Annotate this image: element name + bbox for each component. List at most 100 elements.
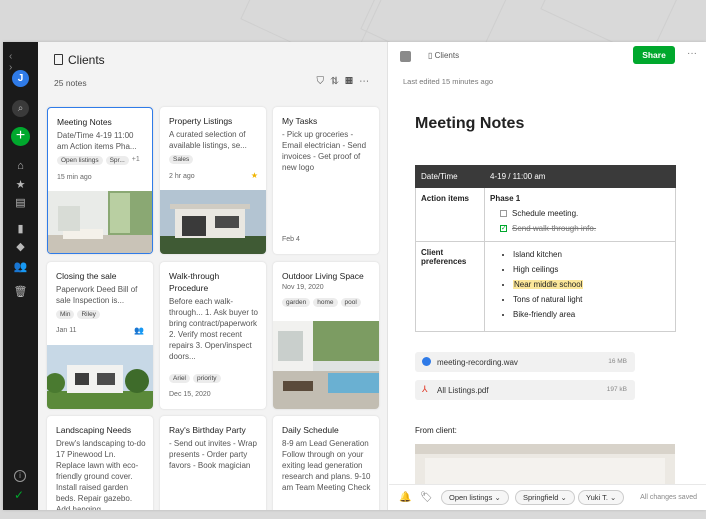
note-card[interactable]: Property Listings A curated selection of…	[160, 107, 266, 254]
more-tags-count: +1	[131, 156, 140, 163]
preferences-cell[interactable]: Island kitchen High ceilings Near middle…	[484, 241, 676, 332]
tag-pill[interactable]: Springfield ⌄	[515, 490, 575, 505]
new-note-button[interactable]: +	[11, 127, 30, 146]
highlighted-text: Near middle school	[513, 280, 584, 289]
last-edited: Last edited 15 minutes ago	[403, 77, 494, 86]
tag-pill-label: Open listings	[449, 493, 493, 502]
tag-chip[interactable]: pool	[340, 298, 361, 307]
checklist-text: Schedule meeting.	[512, 209, 579, 218]
breadcrumb[interactable]: ▯ Clients	[428, 51, 459, 60]
more-options-icon[interactable]: ⋯	[359, 76, 375, 87]
attachment-size: 197 kB	[606, 386, 627, 393]
list-item: High ceilings	[513, 265, 670, 274]
list-item: Island kitchen	[513, 250, 670, 259]
preferences-list: Island kitchen High ceilings Near middle…	[490, 250, 670, 319]
table-header-cell[interactable]: 4-19 / 11:00 am	[484, 165, 676, 188]
note-card-snippet: Drew's landscaping to-do 17 Pinewood Ln.…	[56, 439, 146, 510]
note-card-snippet: - Send out invites - Wrap presents - Ord…	[169, 439, 257, 470]
notebook-title-text: Clients	[68, 53, 105, 67]
filter-icon[interactable]: ⛉	[317, 76, 331, 87]
more-options-icon[interactable]: ···	[687, 48, 697, 59]
action-items-cell[interactable]: Phase 1 Schedule meeting. ✓ Send walk-thr…	[484, 187, 676, 242]
reminder-icon[interactable]: 🔔	[399, 492, 411, 503]
tag-pill[interactable]: Yuki T. ⌄	[578, 490, 625, 505]
tag-chip[interactable]: Ariel	[169, 374, 191, 383]
add-tag-icon[interactable]: 🏷	[420, 492, 433, 503]
note-card-title: Property Listings	[169, 116, 233, 126]
expand-icon[interactable]	[400, 51, 411, 62]
table-label-cell[interactable]: Client preferences	[415, 241, 485, 332]
note-card[interactable]: Outdoor Living Space Nov 19, 2020 garden…	[273, 262, 379, 409]
note-card-snippet: - Pick up groceries - Email electrician …	[282, 130, 367, 172]
tag-chip[interactable]: home	[313, 298, 338, 307]
tag-chip[interactable]: Sales	[169, 155, 194, 164]
checklist-item: Schedule meeting.	[490, 209, 670, 218]
attachment-name: All Listings.pdf	[437, 386, 489, 395]
trash-icon[interactable]: 🗑	[3, 285, 38, 298]
note-card-title: My Tasks	[282, 116, 318, 126]
note-card-snippet: Paperwork Deed Bill of sale Inspection i…	[56, 285, 138, 305]
tag-pill[interactable]: Open listings ⌄	[441, 490, 509, 505]
tag-chip[interactable]: Riley	[77, 310, 100, 319]
table-label-cell[interactable]: Action items	[415, 187, 485, 242]
checkbox-checked[interactable]: ✓	[500, 225, 507, 232]
tag-chip[interactable]: Spr...	[105, 156, 129, 165]
tags-icon[interactable]: ◆	[3, 240, 38, 253]
note-card-title: Meeting Notes	[57, 117, 112, 127]
share-button[interactable]: Share	[633, 46, 675, 64]
note-card[interactable]: Closing the sale Paperwork Deed Bill of …	[47, 262, 153, 409]
note-card-title: Daily Schedule	[282, 425, 339, 435]
note-card-snippet: A curated selection of available listing…	[169, 130, 247, 150]
notes-icon[interactable]: ▤	[3, 196, 38, 209]
info-icon[interactable]: i	[14, 470, 26, 482]
note-card[interactable]: My Tasks - Pick up groceries - Email ele…	[273, 107, 379, 254]
notebook-title: Clients	[54, 53, 105, 67]
account-avatar[interactable]: J	[12, 70, 29, 87]
attachment[interactable]: meeting-recording.wav 16 MB	[415, 352, 635, 372]
shortcuts-icon[interactable]: ★	[3, 178, 38, 191]
shared-icon[interactable]: 👥	[3, 260, 38, 273]
breadcrumb-notebook[interactable]: Clients	[435, 51, 459, 60]
list-item: Tons of natural light	[513, 295, 670, 304]
tag-chip[interactable]: garden	[282, 298, 311, 307]
note-card[interactable]: Landscaping Needs Drew's landscaping to-…	[47, 416, 153, 510]
note-card[interactable]: Walk-through Procedure Before each walk-…	[160, 262, 266, 409]
note-card[interactable]: Daily Schedule 8-9 am Lead Generation Fo…	[273, 416, 379, 510]
note-title[interactable]: Meeting Notes	[415, 115, 524, 133]
sort-icon[interactable]: ⇅	[330, 76, 345, 87]
note-card-title: Closing the sale	[56, 271, 117, 281]
view-options-icon[interactable]: ▦	[345, 76, 359, 87]
note-card-date: Jan 11	[56, 327, 77, 334]
attachment[interactable]: ⅄ All Listings.pdf 197 kB	[415, 380, 635, 400]
attachment-size: 16 MB	[608, 358, 627, 365]
checklist-text: Send walk-through info.	[512, 224, 597, 233]
tag-chip[interactable]: Open listings	[57, 156, 103, 165]
note-card[interactable]: Ray's Birthday Party - Send out invites …	[160, 416, 266, 510]
search-icon[interactable]: ⌕	[12, 100, 29, 117]
notebook-icon	[54, 54, 63, 65]
tag-chip[interactable]: Min	[56, 310, 75, 319]
checkbox[interactable]	[500, 210, 507, 217]
note-card-snippet: Date/Time 4-19 11:00 am Action items Pha…	[57, 131, 137, 151]
app-window: ‹ › J ⌕ + ⌂ ★ ▤ ▮ ◆ 👥 🗑 i ✓ Clients 25 n…	[3, 42, 706, 510]
tag-chip[interactable]: priority	[193, 374, 221, 383]
note-editor: ▯ Clients Share ··· Last edited 15 minut…	[389, 42, 706, 510]
note-thumbnail	[160, 190, 266, 254]
table-header-cell[interactable]: Date/Time	[415, 165, 485, 188]
note-card-snippet: 8-9 am Lead Generation Follow through on…	[282, 439, 371, 492]
tag-pill-label: Springfield	[523, 493, 559, 502]
shared-icon: 👥	[134, 326, 144, 335]
note-table: Date/Time 4-19 / 11:00 am Action items P…	[415, 165, 676, 332]
save-status: All changes saved	[640, 494, 697, 501]
note-card-title: Outdoor Living Space	[282, 271, 364, 281]
sidebar-rail: ‹ › J ⌕ + ⌂ ★ ▤ ▮ ◆ 👥 🗑 i ✓	[3, 42, 38, 510]
note-card-date: Nov 19, 2020	[282, 284, 324, 291]
note-card-date: Dec 15, 2020	[169, 391, 211, 398]
checklist-item: ✓ Send walk-through info.	[490, 224, 670, 233]
note-list-panel: Clients 25 notes ⛉⇅▦⋯ Meeting Notes Date…	[38, 42, 388, 510]
note-thumbnail	[273, 321, 379, 409]
home-icon[interactable]: ⌂	[3, 160, 38, 172]
note-card[interactable]: Meeting Notes Date/Time 4-19 11:00 am Ac…	[47, 107, 153, 254]
attachment-name: meeting-recording.wav	[437, 358, 518, 367]
notebooks-icon[interactable]: ▮	[3, 222, 38, 235]
